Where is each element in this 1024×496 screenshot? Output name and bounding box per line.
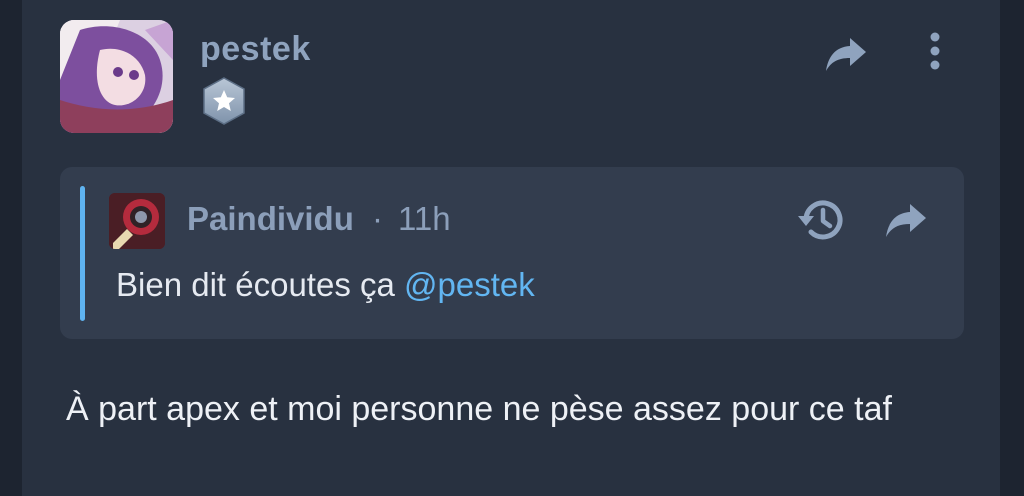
post-body: À part apex et moi personne ne pèse asse… [66,390,892,428]
quoted-reply[interactable] [60,167,964,339]
more-vertical-icon[interactable] [922,30,948,72]
share-arrow-icon[interactable] [884,200,928,240]
quote-accent-bar [80,186,85,321]
quote-timestamp: 11h [398,200,451,237]
quote-author-avatar[interactable] [109,193,165,249]
quote-text: Bien dit écoutes ça @pestek [116,266,535,304]
mention-link[interactable]: @pestek [404,266,535,303]
post-username[interactable]: pestek [200,30,311,69]
history-icon[interactable] [796,196,846,244]
share-arrow-icon[interactable] [824,34,868,74]
star-badge-icon [200,76,248,126]
quote-author-name[interactable]: Paindividu [187,200,354,238]
user-avatar[interactable] [60,20,173,133]
quote-message: Bien dit écoutes ça [116,266,395,303]
quote-separator: · [372,200,383,237]
